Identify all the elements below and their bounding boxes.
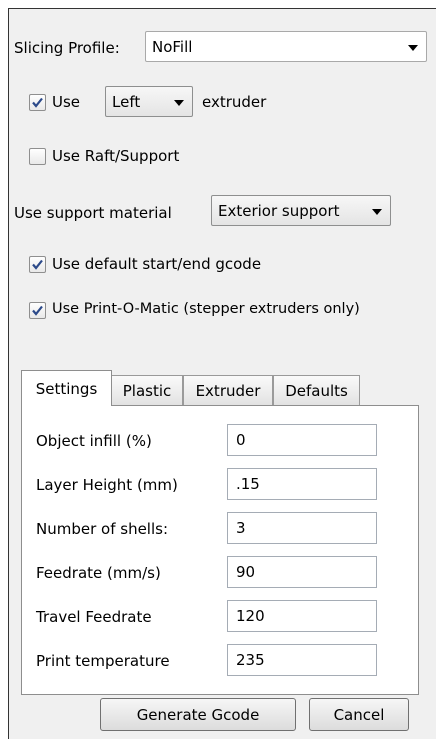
tab-defaults[interactable]: Defaults (273, 375, 360, 405)
travel-feedrate-label: Travel Feedrate (36, 608, 152, 626)
tab-extruder[interactable]: Extruder (183, 375, 273, 405)
raft-support-label: Use Raft/Support (52, 147, 180, 165)
slicing-profile-select[interactable]: NoFill (145, 31, 427, 62)
object-infill-input[interactable] (227, 424, 377, 456)
extruder-value: Left (112, 92, 141, 111)
settings-panel: Object infill (%) Layer Height (mm) Numb… (21, 405, 419, 695)
feedrate-input[interactable] (227, 556, 377, 588)
slicing-profile-value: NoFill (152, 37, 193, 56)
tab-plastic-label: Plastic (122, 381, 172, 400)
tab-defaults-label: Defaults (285, 381, 348, 400)
tab-settings[interactable]: Settings (21, 370, 112, 406)
chevron-down-icon (372, 208, 382, 215)
raft-support-checkbox[interactable] (29, 148, 46, 165)
number-of-shells-label: Number of shells: (36, 520, 169, 538)
travel-feedrate-input[interactable] (227, 600, 377, 632)
slicing-dialog: Slicing Profile: NoFill Use Left extrude… (8, 8, 436, 739)
print-temperature-label: Print temperature (36, 652, 170, 670)
generate-gcode-button[interactable]: Generate Gcode (100, 698, 296, 731)
cancel-button[interactable]: Cancel (309, 698, 409, 731)
tab-extruder-label: Extruder (195, 381, 261, 400)
layer-height-input[interactable] (227, 468, 377, 500)
print-temperature-input[interactable] (227, 644, 377, 676)
cancel-label: Cancel (333, 705, 385, 724)
use-extruder-checkbox[interactable] (29, 94, 46, 111)
print-o-matic-label: Use Print-O-Matic (stepper extruders onl… (52, 301, 360, 317)
number-of-shells-input[interactable] (227, 512, 377, 544)
tab-settings-label: Settings (35, 379, 98, 398)
tab-plastic[interactable]: Plastic (111, 375, 183, 405)
extruder-select[interactable]: Left (105, 86, 193, 117)
support-material-select[interactable]: Exterior support (211, 195, 391, 226)
checkmark-icon (32, 97, 43, 108)
chevron-down-icon (174, 99, 184, 106)
generate-gcode-label: Generate Gcode (136, 705, 260, 724)
layer-height-label: Layer Height (mm) (36, 476, 178, 494)
checkmark-icon (32, 259, 43, 270)
slicing-profile-label: Slicing Profile: (14, 39, 120, 57)
support-material-label: Use support material (14, 204, 172, 222)
extruder-suffix-label: extruder (202, 93, 267, 111)
default-gcode-label: Use default start/end gcode (52, 255, 262, 273)
chevron-down-icon (408, 44, 418, 51)
object-infill-label: Object infill (%) (36, 432, 152, 450)
default-gcode-checkbox[interactable] (29, 256, 46, 273)
use-extruder-label: Use (52, 93, 81, 111)
checkmark-icon (32, 305, 43, 316)
print-o-matic-checkbox[interactable] (29, 302, 46, 319)
feedrate-label: Feedrate (mm/s) (36, 564, 161, 582)
support-material-value: Exterior support (218, 201, 340, 220)
